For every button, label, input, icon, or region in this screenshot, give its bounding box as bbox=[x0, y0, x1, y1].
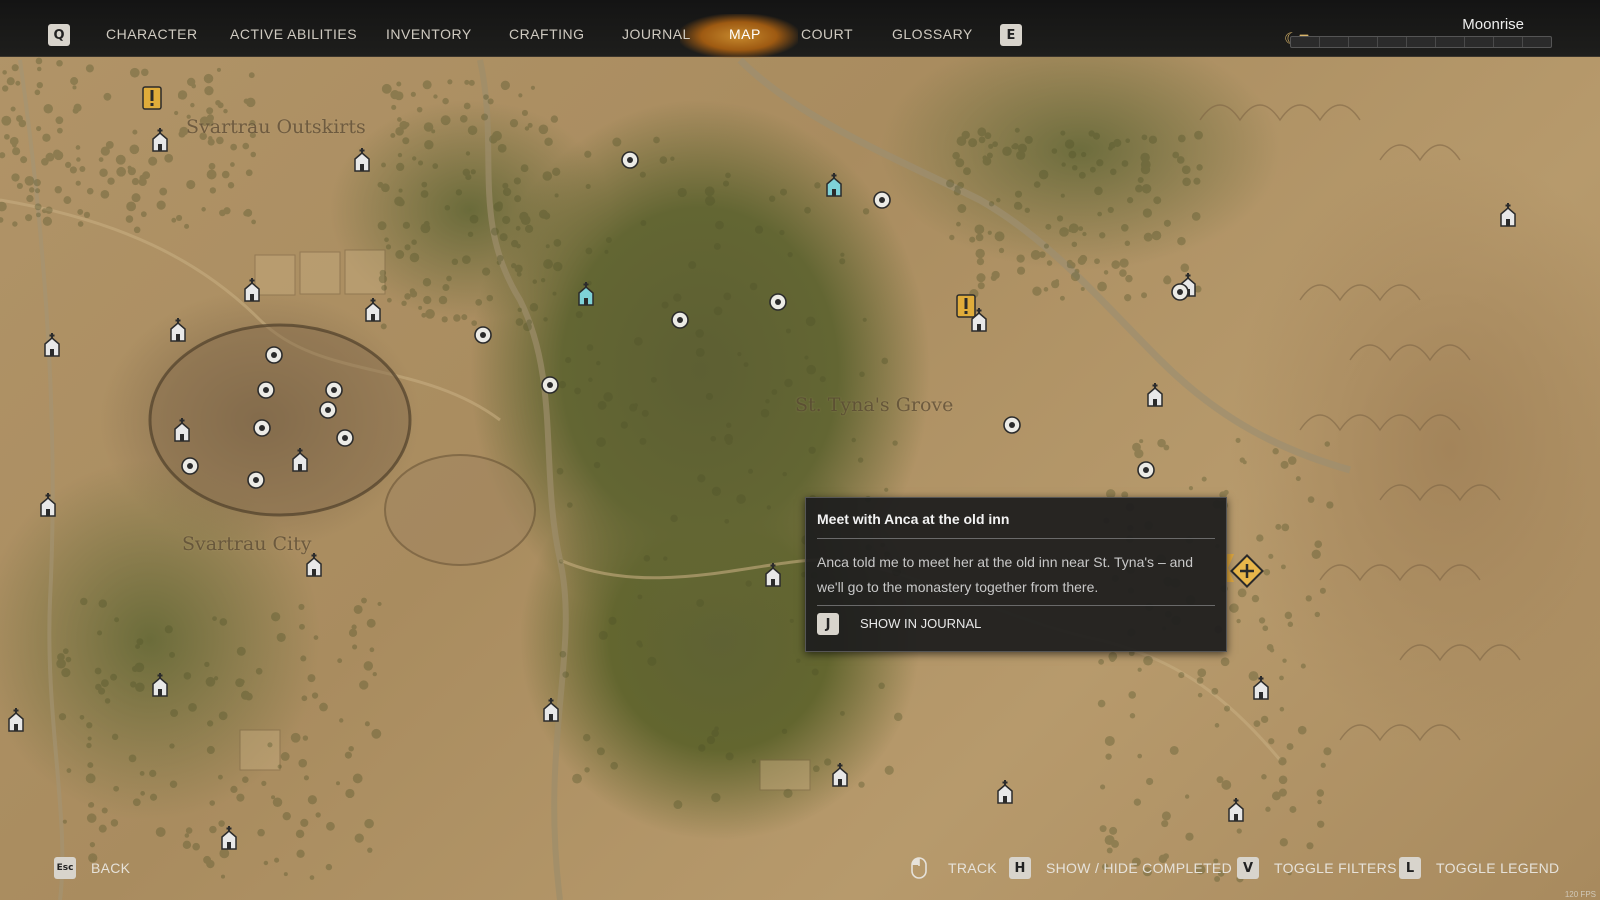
time-progress-bar bbox=[1290, 36, 1552, 48]
tab-character[interactable]: CHARACTER bbox=[106, 26, 198, 42]
toggle-legend-label: TOGGLE LEGEND bbox=[1436, 860, 1560, 876]
skull-crossbones-icon[interactable] bbox=[1135, 459, 1157, 485]
tab-inventory[interactable]: INVENTORY bbox=[386, 26, 472, 42]
church-pin-icon[interactable] bbox=[351, 147, 373, 173]
v-key: V bbox=[1237, 857, 1259, 879]
show-in-journal-label: SHOW IN JOURNAL bbox=[860, 616, 982, 631]
church-pin-icon[interactable] bbox=[149, 127, 171, 153]
tent-icon[interactable] bbox=[179, 455, 201, 481]
esc-key: Esc bbox=[54, 857, 76, 879]
tab-active-abilities[interactable]: ACTIVE ABILITIES bbox=[230, 26, 357, 42]
diamond-landmark-icon[interactable] bbox=[255, 379, 277, 405]
world-map[interactable]: Svartrau Outskirts St. Tyna's Grove Svar… bbox=[0, 0, 1600, 900]
track-label: TRACK bbox=[948, 860, 997, 876]
quest-description: Anca told me to meet her at the old inn … bbox=[817, 554, 1193, 595]
tent-icon[interactable] bbox=[334, 427, 356, 453]
quest-exclamation-icon[interactable] bbox=[142, 86, 164, 112]
church-pin-icon[interactable] bbox=[167, 317, 189, 343]
region-label-svartrau-city: Svartrau City bbox=[182, 533, 312, 555]
hand-icon[interactable] bbox=[619, 149, 641, 175]
tab-journal[interactable]: JOURNAL bbox=[622, 26, 691, 42]
gravestone-icon[interactable] bbox=[263, 344, 285, 370]
tab-court[interactable]: COURT bbox=[801, 26, 853, 42]
camp-icon[interactable] bbox=[669, 309, 691, 335]
gravestone-icon[interactable] bbox=[245, 469, 267, 495]
church-pin-icon[interactable] bbox=[1497, 202, 1519, 228]
church-pin-icon[interactable] bbox=[218, 825, 240, 851]
mouse-icon bbox=[910, 857, 928, 884]
quest-marker-icon[interactable] bbox=[1218, 554, 1266, 599]
hand-icon[interactable] bbox=[472, 324, 494, 350]
church-pin-icon[interactable] bbox=[540, 697, 562, 723]
diamond-landmark-icon[interactable] bbox=[767, 291, 789, 317]
tent-icon[interactable] bbox=[1169, 281, 1191, 307]
tab-map[interactable]: MAP bbox=[729, 26, 761, 42]
church-pin-icon[interactable] bbox=[37, 492, 59, 518]
church-pin-icon[interactable] bbox=[303, 552, 325, 578]
show-hide-completed-label: SHOW / HIDE COMPLETED bbox=[1046, 860, 1232, 876]
camp-icon[interactable] bbox=[1001, 414, 1023, 440]
church-pin-icon[interactable] bbox=[41, 332, 63, 358]
tab-glossary[interactable]: GLOSSARY bbox=[892, 26, 973, 42]
church-pin-icon[interactable] bbox=[171, 417, 193, 443]
top-nav-bar: Q CHARACTER ACTIVE ABILITIES INVENTORY C… bbox=[0, 0, 1600, 58]
church-pin-icon[interactable] bbox=[829, 762, 851, 788]
church-pin-icon[interactable] bbox=[289, 447, 311, 473]
region-label-svartrau-outskirts: Svartrau Outskirts bbox=[186, 116, 366, 138]
tab-crafting[interactable]: CRAFTING bbox=[509, 26, 585, 42]
next-tab-key[interactable]: E bbox=[1000, 24, 1022, 46]
church-pin-icon[interactable] bbox=[5, 707, 27, 733]
quest-title: Meet with Anca at the old inn bbox=[817, 511, 1010, 527]
prev-tab-key[interactable]: Q bbox=[48, 24, 70, 46]
church-pin-icon[interactable] bbox=[149, 672, 171, 698]
tent-icon[interactable] bbox=[323, 379, 345, 405]
gravestone-icon[interactable] bbox=[251, 417, 273, 443]
tooltip-divider bbox=[817, 538, 1215, 539]
back-label: BACK bbox=[91, 860, 131, 876]
quest-tooltip: Meet with Anca at the old inn Anca told … bbox=[805, 497, 1227, 652]
h-key: H bbox=[1009, 857, 1031, 879]
beast-lair-icon[interactable] bbox=[539, 374, 561, 400]
skull-crossbones-icon[interactable] bbox=[871, 189, 893, 215]
time-of-day-label: Moonrise bbox=[1462, 16, 1524, 33]
quest-exclamation-icon[interactable] bbox=[956, 294, 978, 320]
church-pin-icon[interactable] bbox=[362, 297, 384, 323]
tooltip-divider bbox=[817, 605, 1215, 606]
region-label-st-tynas-grove: St. Tyna's Grove bbox=[795, 394, 954, 416]
church-pin-icon[interactable] bbox=[241, 277, 263, 303]
church-pin-icon[interactable] bbox=[823, 172, 845, 198]
journal-key: J bbox=[817, 613, 839, 635]
l-key: L bbox=[1399, 857, 1421, 879]
toggle-filters-label: TOGGLE FILTERS bbox=[1274, 860, 1397, 876]
church-pin-icon[interactable] bbox=[1225, 797, 1247, 823]
church-pin-icon[interactable] bbox=[575, 281, 597, 307]
church-pin-icon[interactable] bbox=[994, 779, 1016, 805]
church-pin-icon[interactable] bbox=[762, 562, 784, 588]
church-pin-icon[interactable] bbox=[1250, 675, 1272, 701]
church-pin-icon[interactable] bbox=[1144, 382, 1166, 408]
fps-counter: 120 FPS bbox=[1564, 890, 1596, 899]
